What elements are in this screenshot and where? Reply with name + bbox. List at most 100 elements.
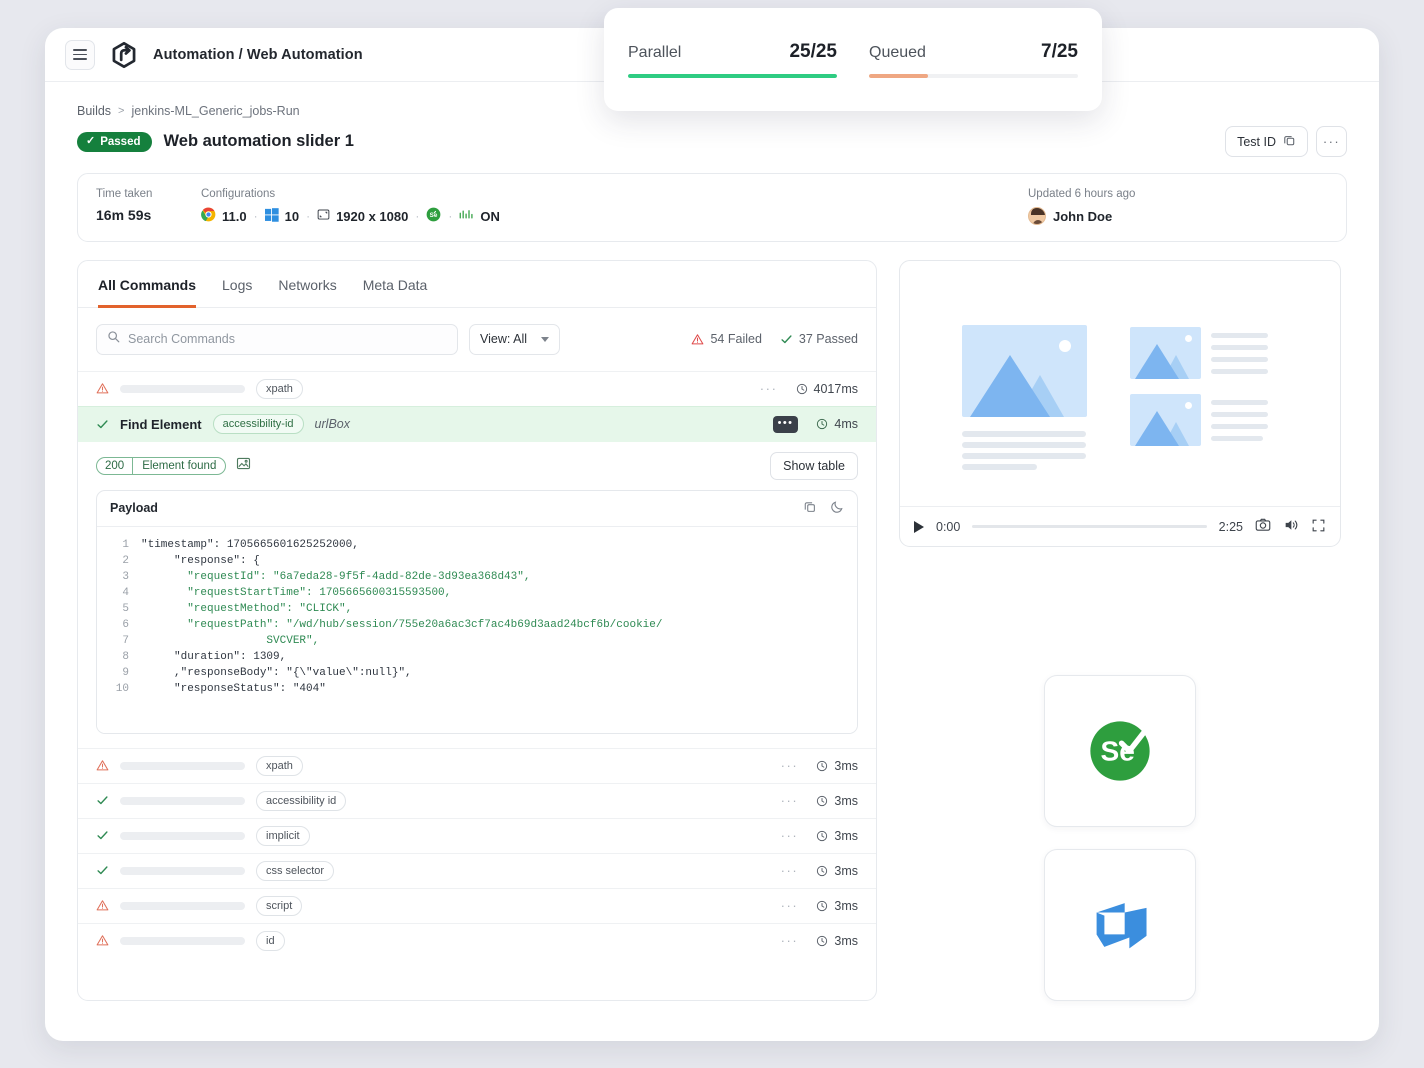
- duration-value: 3ms: [834, 899, 858, 913]
- command-row[interactable]: xpath ··· 3ms: [78, 748, 876, 783]
- video-progress-bar[interactable]: [972, 525, 1206, 528]
- command-name-placeholder: [120, 385, 245, 393]
- row-more-button[interactable]: ···: [781, 864, 799, 877]
- status-badge-label: Passed: [100, 136, 140, 148]
- view-filter-dropdown[interactable]: View: All: [469, 324, 560, 355]
- search-commands-box[interactable]: [96, 324, 458, 355]
- duration-value: 3ms: [834, 934, 858, 948]
- time-taken-block: Time taken 16m 59s: [96, 188, 201, 223]
- selenium-logo-icon: Se: [1081, 712, 1159, 790]
- title-actions: Test ID ···: [1225, 126, 1347, 157]
- time-taken-value: 16m 59s: [96, 207, 201, 223]
- command-row[interactable]: script ··· 3ms: [78, 888, 876, 923]
- code-line: 9 ,"responseBody": "{\"value\":null}",: [97, 665, 857, 681]
- configurations-block: Configurations 11.0 ·: [201, 188, 1028, 225]
- command-name-placeholder: [120, 797, 245, 805]
- chrome-icon: [201, 207, 216, 225]
- row-more-button[interactable]: ···: [781, 759, 799, 772]
- volume-icon[interactable]: [1283, 517, 1299, 536]
- failed-count: 54 Failed: [691, 332, 761, 346]
- warning-icon: [691, 333, 704, 346]
- main-content: All Commands Logs Networks Meta Data Vie…: [45, 242, 1379, 1001]
- row-actions: ··· 3ms: [781, 794, 858, 808]
- play-icon[interactable]: [914, 521, 924, 533]
- line-content: "requestPath": "/wd/hub/session/755e20a6…: [141, 617, 663, 633]
- copy-icon: [1283, 134, 1296, 150]
- integration-tile-azure-devops[interactable]: [1044, 849, 1196, 1001]
- line-content: SVCVER",: [141, 633, 319, 649]
- row-actions: ··· 3ms: [781, 864, 858, 878]
- row-more-button[interactable]: ···: [781, 794, 799, 807]
- tab-meta-data[interactable]: Meta Data: [363, 277, 428, 308]
- browser-config: 11.0: [201, 207, 247, 225]
- tab-networks[interactable]: Networks: [278, 277, 336, 308]
- breadcrumb-current: jenkins-ML_Generic_jobs-Run: [131, 104, 299, 118]
- hamburger-icon[interactable]: [65, 40, 95, 70]
- line-content: "responseStatus": "404": [141, 681, 326, 697]
- command-parameter: urlBox: [315, 417, 350, 431]
- line-number: 3: [97, 569, 141, 585]
- show-table-button[interactable]: Show table: [770, 452, 858, 480]
- command-name-placeholder: [120, 762, 245, 770]
- command-name-placeholder: [120, 937, 245, 945]
- image-placeholder: [1130, 327, 1201, 379]
- row-actions: ••• 4ms: [773, 416, 858, 433]
- command-row[interactable]: accessibility id ··· 3ms: [78, 783, 876, 818]
- warning-icon: [96, 382, 109, 395]
- breadcrumb-root[interactable]: Builds: [77, 104, 111, 118]
- locator-tag: implicit: [256, 826, 310, 846]
- passed-count: 37 Passed: [780, 332, 858, 346]
- search-input[interactable]: [128, 332, 447, 346]
- updated-block: Updated 6 hours ago John Doe: [1028, 188, 1328, 225]
- commands-panel: All Commands Logs Networks Meta Data Vie…: [77, 260, 877, 1001]
- command-row[interactable]: css selector ··· 3ms: [78, 853, 876, 888]
- test-id-label: Test ID: [1237, 135, 1276, 149]
- row-more-button[interactable]: •••: [773, 416, 799, 433]
- row-more-button[interactable]: ···: [781, 899, 799, 912]
- video-stage[interactable]: [900, 261, 1340, 506]
- clock-icon: [816, 830, 828, 842]
- fullscreen-icon[interactable]: [1311, 518, 1326, 536]
- command-result-strip: 200 Element found Show table: [78, 442, 876, 490]
- moon-icon[interactable]: [830, 500, 844, 517]
- payload-title: Payload: [110, 501, 158, 515]
- camera-icon[interactable]: [1255, 517, 1271, 536]
- screenshot-icon[interactable]: [236, 456, 251, 476]
- duration-value: 4017ms: [814, 382, 858, 396]
- integration-tile-selenium[interactable]: Se: [1044, 675, 1196, 827]
- copy-icon[interactable]: [803, 500, 817, 517]
- row-more-button[interactable]: ···: [781, 934, 799, 947]
- chevron-down-icon: [541, 337, 549, 342]
- search-icon: [107, 330, 120, 348]
- title-row: ✓ Passed Web automation slider 1 Test ID…: [45, 118, 1379, 157]
- code-line: 1 "timestamp": 1705665601625252000,: [97, 537, 857, 553]
- command-name: Find Element: [120, 417, 202, 432]
- row-more-button[interactable]: ···: [781, 829, 799, 842]
- video-controls: 0:00 2:25: [900, 506, 1340, 546]
- command-duration: 4ms: [816, 417, 858, 431]
- clock-icon: [816, 795, 828, 807]
- tab-logs[interactable]: Logs: [222, 277, 252, 308]
- line-content: "requestStartTime": 1705665600315593500,: [141, 585, 451, 601]
- command-row[interactable]: xpath ··· 4017ms: [78, 371, 876, 406]
- resolution-icon: [317, 208, 330, 224]
- more-options-button[interactable]: ···: [1316, 126, 1347, 157]
- parallel-value: 25/25: [789, 41, 837, 63]
- locator-tag: accessibility id: [256, 791, 346, 811]
- command-row[interactable]: id ··· 3ms: [78, 923, 876, 958]
- status-chip: 200 Element found: [96, 457, 226, 475]
- payload-header: Payload: [97, 491, 857, 527]
- command-row[interactable]: implicit ··· 3ms: [78, 818, 876, 853]
- text-placeholder-line: [1211, 400, 1268, 405]
- text-placeholder-line: [962, 453, 1086, 459]
- locator-tag: accessibility-id: [213, 414, 304, 434]
- row-more-button[interactable]: ···: [760, 382, 778, 395]
- test-id-button[interactable]: Test ID: [1225, 126, 1308, 157]
- code-line: 8 "duration": 1309,: [97, 649, 857, 665]
- line-number: 2: [97, 553, 141, 569]
- tab-all-commands[interactable]: All Commands: [98, 277, 196, 308]
- locator-tag: script: [256, 896, 302, 916]
- clock-icon: [816, 760, 828, 772]
- text-placeholder-line: [1211, 369, 1268, 374]
- command-row-selected[interactable]: Find Element accessibility-id urlBox •••…: [78, 406, 876, 442]
